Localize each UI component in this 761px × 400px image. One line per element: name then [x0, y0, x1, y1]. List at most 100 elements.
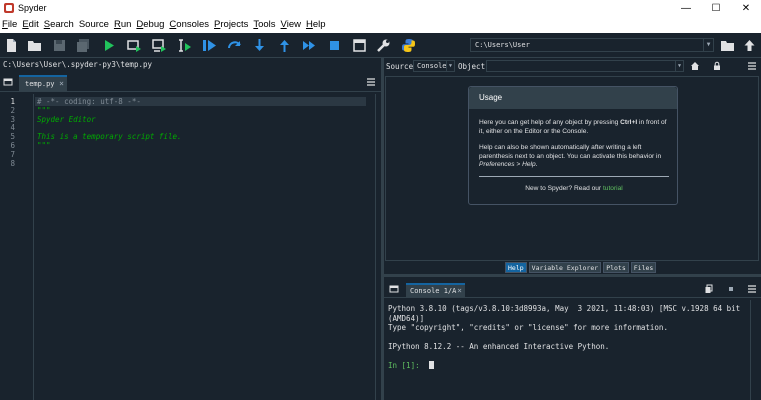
save-icon[interactable] [52, 38, 67, 53]
new-file-icon[interactable] [4, 38, 19, 53]
line-number: 7 [10, 149, 15, 159]
chevron-down-icon[interactable]: ▼ [675, 61, 683, 71]
help-content-area: Usage Here you can get help of any objec… [385, 76, 759, 261]
interrupt-kernel-icon[interactable] [726, 284, 736, 294]
usage-p2-tail: . [535, 161, 538, 168]
horizontal-splitter[interactable] [384, 274, 761, 277]
usage-p2-text: Help can also be shown automatically aft… [479, 144, 662, 160]
menu-label: Source [78, 19, 109, 30]
code-line: Spyder Editor [37, 114, 96, 124]
usage-shortcut: Ctrl+I [620, 119, 638, 126]
home-icon[interactable] [690, 61, 700, 71]
console-tab-1a[interactable]: Console 1/A × [406, 283, 465, 298]
minimize-button[interactable]: — [671, 0, 701, 16]
usage-footer-text: New to Spyder? Read our [525, 185, 603, 192]
editor-tab-temp-py[interactable]: temp.py × [19, 75, 67, 92]
menu-projects[interactable]: Projects [214, 19, 248, 30]
menu-label: onsoles [176, 19, 210, 30]
close-tab-icon[interactable]: × [457, 285, 462, 297]
working-directory-combo[interactable]: C:\Users\User ▼ [470, 38, 714, 52]
console-tab-label: Console 1/A [410, 287, 457, 295]
debug-step-over-icon[interactable] [227, 38, 242, 53]
window-controls: — ☐ ✕ [671, 0, 761, 16]
menu-debug[interactable]: Debug [136, 19, 164, 30]
menu-label: ools [258, 19, 276, 30]
editor-options-menu-icon[interactable] [366, 77, 376, 87]
menu-tools[interactable]: Tools [253, 19, 275, 30]
vertical-splitter[interactable] [381, 58, 384, 400]
spyder-logo-icon [4, 3, 14, 13]
line-number-gutter: 12345678 [0, 94, 34, 400]
run-icon[interactable] [101, 38, 116, 53]
parent-directory-icon[interactable] [742, 38, 757, 53]
debug-stop-icon[interactable] [327, 38, 342, 53]
console-scrollbar[interactable] [750, 300, 758, 400]
maximize-pane-icon[interactable] [352, 38, 367, 53]
chevron-down-icon[interactable]: ▼ [446, 61, 454, 71]
lock-icon[interactable] [712, 61, 722, 71]
menu-label: earch [50, 19, 74, 30]
maximize-button[interactable]: ☐ [701, 0, 731, 16]
console-output-line: IPython 8.12.2 -- An enhanced Interactiv… [388, 342, 610, 351]
run-selection-icon[interactable] [177, 38, 192, 53]
menu-source[interactable]: Source [79, 19, 109, 30]
pane-tab-plots[interactable]: Plots [603, 262, 629, 273]
usage-divider [479, 176, 669, 177]
help-options-menu-icon[interactable] [747, 61, 757, 71]
editor-file-path: C:\Users\User\.spyder-py3\temp.py [0, 58, 381, 71]
open-file-icon[interactable] [27, 38, 42, 53]
python-path-manager-icon[interactable] [401, 38, 416, 53]
menu-file[interactable]: File [2, 19, 17, 30]
pane-tab-help[interactable]: Help [505, 262, 527, 273]
code-line: This is a temporary script file. [37, 132, 182, 142]
menu-mnemonic: H [305, 19, 313, 30]
code-editor[interactable]: 12345678 # -*- coding: utf-8 -*- """ Spyde… [0, 94, 375, 400]
line-number: 3 [10, 114, 15, 124]
menu-label: elp [312, 19, 326, 30]
line-number: 8 [10, 158, 15, 168]
object-combo[interactable]: ▼ [486, 60, 684, 72]
browse-tabs-icon[interactable] [389, 284, 399, 294]
console-options-menu-icon[interactable] [747, 284, 757, 294]
run-cell-advance-icon[interactable] [152, 38, 167, 53]
code-line: """ [37, 141, 51, 150]
line-number: 1 [10, 97, 15, 106]
window-titlebar: Spyder — ☐ ✕ [0, 0, 761, 16]
menu-mnemonic: R [113, 19, 121, 30]
menu-edit[interactable]: Edit [22, 19, 38, 30]
browse-directory-icon[interactable] [720, 38, 735, 53]
close-tab-icon[interactable]: × [59, 77, 64, 91]
menu-search[interactable]: Search [44, 19, 74, 30]
usage-footer: New to Spyder? Read our tutorial [469, 185, 679, 192]
menu-label: iew [286, 19, 301, 30]
menu-consoles[interactable]: Consoles [169, 19, 209, 30]
debug-step-return-icon[interactable] [277, 38, 292, 53]
save-all-icon[interactable] [76, 38, 91, 53]
line-number: 4 [10, 123, 15, 133]
ipython-console[interactable]: Python 3.8.10 (tags/v3.8.10:3d8993a, May… [386, 300, 748, 400]
menu-help[interactable]: Help [306, 19, 326, 30]
help-pane-tabs: Help Variable Explorer Plots Files [505, 262, 658, 273]
pane-tab-variable-explorer[interactable]: Variable Explorer [528, 262, 602, 273]
browse-tabs-icon[interactable] [3, 77, 13, 87]
debug-continue-icon[interactable] [302, 38, 317, 53]
source-combo[interactable]: Console ▼ [413, 60, 455, 72]
menu-bar: File Edit Search Source Run Debug Consoles Proj… [0, 16, 761, 33]
editor-tab-bar: temp.py × [0, 73, 381, 92]
debug-step-into-icon[interactable] [252, 38, 267, 53]
debug-icon[interactable] [202, 38, 217, 53]
menu-run[interactable]: Run [114, 19, 131, 30]
source-label: Source [386, 62, 414, 71]
line-number: 6 [10, 141, 15, 150]
usage-preferences-path: Preferences > Help [479, 161, 536, 168]
run-cell-icon[interactable] [127, 38, 142, 53]
copy-icon[interactable] [704, 284, 714, 294]
pane-tab-files[interactable]: Files [630, 262, 657, 273]
editor-tab-label: temp.py [25, 80, 55, 88]
chevron-down-icon[interactable]: ▼ [703, 39, 713, 51]
menu-view[interactable]: View [281, 19, 301, 30]
window-title: Spyder [18, 3, 47, 13]
tutorial-link[interactable]: tutorial [603, 185, 623, 192]
close-button[interactable]: ✕ [731, 0, 761, 16]
preferences-wrench-icon[interactable] [376, 38, 391, 53]
